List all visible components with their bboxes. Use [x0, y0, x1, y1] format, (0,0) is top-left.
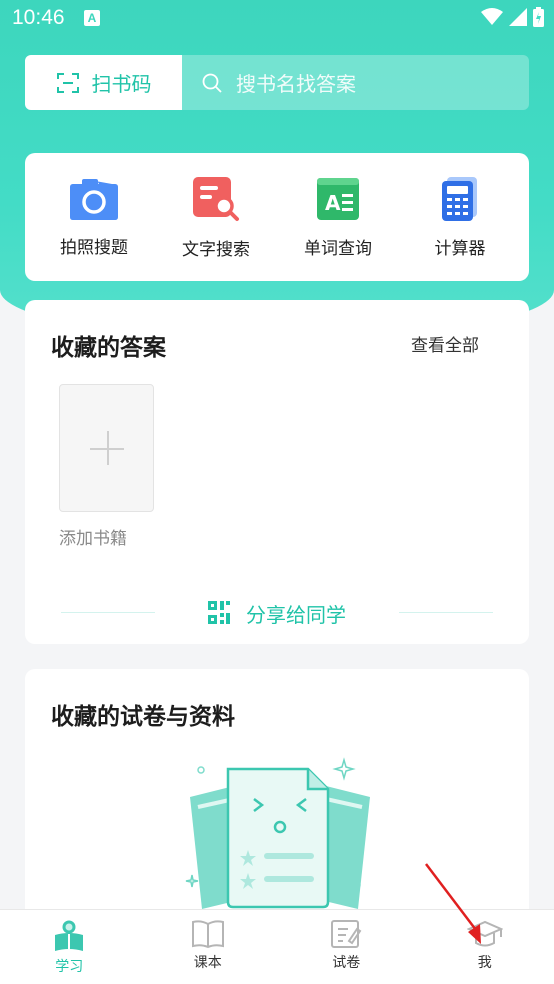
study-icon: [55, 920, 84, 951]
tool-calculator[interactable]: 计算器: [405, 176, 515, 259]
section-title: 收藏的答案: [51, 335, 166, 361]
add-book-label: 添加书籍: [59, 529, 127, 549]
view-all-link[interactable]: 查看全部: [411, 331, 479, 356]
divider: [61, 612, 155, 613]
text-search-icon: [193, 176, 239, 221]
calculator-icon: [442, 176, 477, 221]
search-bar: 扫书码 搜书名找答案: [25, 55, 529, 110]
search-icon: [202, 73, 222, 93]
exam-icon: [331, 920, 362, 948]
annotation-arrow: [425, 863, 481, 944]
scan-icon: [56, 72, 79, 93]
battery-icon: [533, 7, 544, 27]
tool-label: 拍照搜题: [60, 237, 128, 258]
svg-text:A: A: [325, 191, 341, 215]
tab-study[interactable]: 学习: [0, 910, 139, 984]
textbook-icon: [191, 920, 224, 949]
status-bar: 10:46 A: [0, 0, 554, 36]
share-to-classmates-button[interactable]: 分享给同学: [61, 598, 493, 628]
status-icons: [481, 7, 544, 27]
tool-text-search[interactable]: 文字搜索: [161, 175, 271, 260]
tab-exam[interactable]: 试卷: [277, 910, 416, 984]
favorite-answers-card: 收藏的答案 查看全部 添加书籍 分享给同学: [25, 300, 529, 644]
qr-code-icon: [208, 601, 230, 624]
section-title: 收藏的试卷与资料: [51, 704, 235, 730]
notification-icon: A: [84, 10, 100, 26]
tool-photo-search[interactable]: 拍照搜题: [39, 177, 149, 258]
tool-word-lookup[interactable]: A 单词查询: [283, 176, 393, 259]
tab-label: 学习: [55, 959, 84, 975]
camera-icon: [70, 178, 118, 220]
scan-book-code-label: 扫书码: [91, 72, 152, 96]
share-label: 分享给同学: [246, 602, 346, 627]
add-book-button[interactable]: [59, 384, 154, 512]
divider: [399, 612, 493, 613]
wifi-icon: [481, 8, 503, 25]
search-input[interactable]: 搜书名找答案: [182, 55, 529, 110]
tools-card: 拍照搜题 文字搜索 A 单词查询 计算器: [25, 153, 529, 281]
tab-label: 我: [477, 955, 492, 971]
tool-label: 单词查询: [304, 238, 372, 259]
search-placeholder: 搜书名找答案: [236, 72, 356, 96]
tab-label: 课本: [193, 955, 222, 971]
empty-papers-illustration: [185, 757, 370, 909]
signal-icon: [509, 8, 527, 26]
tool-label: 计算器: [434, 238, 486, 259]
word-lookup-icon: A: [317, 177, 359, 220]
tool-label: 文字搜索: [182, 239, 250, 260]
tab-label: 试卷: [332, 955, 361, 971]
status-time: 10:46: [12, 6, 65, 29]
tab-textbook[interactable]: 课本: [139, 910, 278, 984]
scan-book-code-button[interactable]: 扫书码: [25, 55, 182, 110]
